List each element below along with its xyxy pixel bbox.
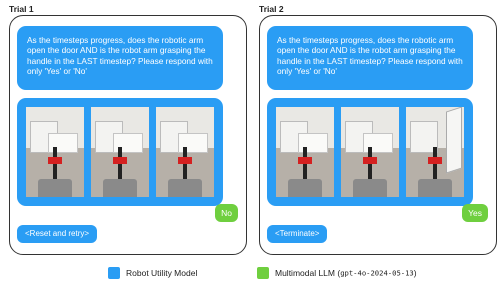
trial-1-answer-bubble: No [215,204,238,222]
trial-2-frame-1 [276,107,334,197]
legend-llm-prefix: Multimodal LLM ( [275,268,341,278]
legend-green-swatch [257,267,269,279]
trial-1-title: Trial 1 [9,4,34,14]
legend-robot-utility-label: Robot Utility Model [126,268,198,278]
trial-2-title: Trial 2 [259,4,284,14]
trial-1-frame-3 [156,107,214,197]
trial-1-image-strip [17,98,223,206]
legend-multimodal-llm: Multimodal LLM (gpt-4o-2024-05-13) [257,267,417,279]
trial-1-frame-1 [26,107,84,197]
trial-2-frame-2 [341,107,399,197]
legend-robot-utility: Robot Utility Model [108,267,197,279]
trial-1-frame-2 [91,107,149,197]
trial-2-frame-3 [406,107,464,197]
trial-1-question-bubble: As the timesteps progress, does the robo… [17,26,223,90]
trial-2-panel: As the timesteps progress, does the robo… [259,15,497,255]
trial-1-action-bubble: <Reset and retry> [17,225,98,243]
legend-blue-swatch [108,267,120,279]
trial-1-panel: As the timesteps progress, does the robo… [9,15,247,255]
trial-2-action-bubble: <Terminate> [267,225,328,243]
trial-2-answer-bubble: Yes [462,204,488,222]
legend-llm-model: gpt-4o-2024-05-13 [340,268,414,278]
trial-2-image-strip [267,98,473,206]
trial-2-question-bubble: As the timesteps progress, does the robo… [267,26,473,90]
legend-llm-suffix: ) [413,268,417,278]
